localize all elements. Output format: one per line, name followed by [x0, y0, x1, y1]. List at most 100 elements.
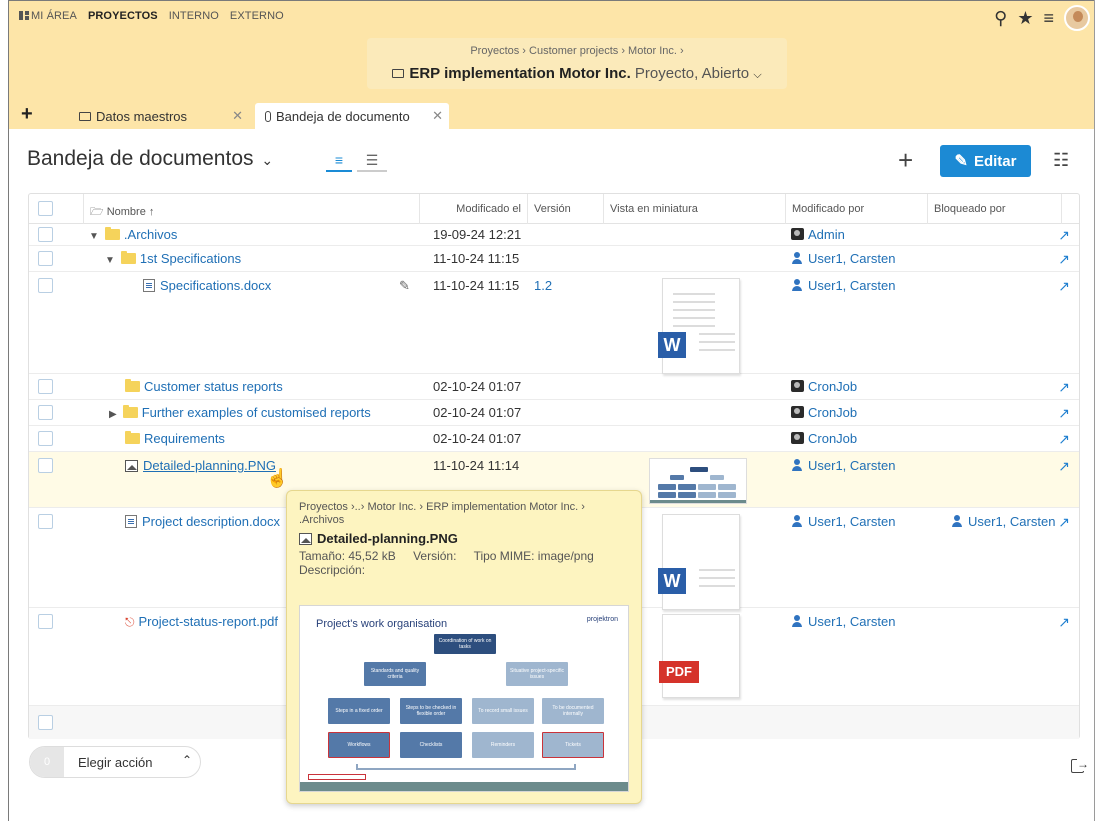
- row-checkbox[interactable]: [38, 614, 53, 629]
- edit-row-icon[interactable]: ↗: [1058, 514, 1070, 531]
- row-checkbox[interactable]: [38, 227, 53, 242]
- close-icon[interactable]: ✕: [432, 108, 443, 124]
- pencil-icon[interactable]: ✎: [399, 278, 410, 294]
- edit-row-icon[interactable]: ↗: [1058, 379, 1070, 396]
- row-checkbox[interactable]: [38, 514, 53, 529]
- row-name[interactable]: Detailed-planning.PNG: [143, 458, 276, 473]
- nav-internal[interactable]: INTERNO: [169, 10, 219, 22]
- modified-by-cell[interactable]: User1, Carsten: [791, 514, 895, 529]
- row-checkbox[interactable]: [38, 251, 53, 266]
- row-modified-by[interactable]: User1, Carsten: [808, 514, 895, 529]
- table-row[interactable]: Customer status reports 02-10-24 01:07 C…: [29, 374, 1079, 400]
- column-version[interactable]: Versión: [527, 194, 603, 224]
- row-modified-by[interactable]: Admin: [808, 227, 845, 242]
- row-name[interactable]: 1st Specifications: [140, 251, 241, 266]
- name-cell[interactable]: Project description.docx: [125, 514, 280, 529]
- name-cell[interactable]: ▼ 1st Specifications: [105, 251, 241, 266]
- add-tab-button[interactable]: +: [21, 103, 33, 126]
- modified-by-cell[interactable]: CronJob: [791, 431, 857, 446]
- add-button[interactable]: +: [898, 145, 913, 176]
- row-name[interactable]: Project description.docx: [142, 514, 280, 529]
- edit-row-icon[interactable]: ↗: [1058, 227, 1070, 244]
- edit-row-icon[interactable]: ↗: [1058, 405, 1070, 422]
- star-icon[interactable]: ★: [1017, 8, 1033, 29]
- edit-row-icon[interactable]: ↗: [1058, 278, 1070, 295]
- row-modified-by[interactable]: CronJob: [808, 405, 857, 420]
- column-modified[interactable]: Modificado el: [419, 194, 527, 224]
- select-all-checkbox[interactable]: [38, 201, 53, 216]
- row-checkbox[interactable]: [38, 405, 53, 420]
- modified-by-cell[interactable]: User1, Carsten: [791, 458, 895, 473]
- table-row[interactable]: ▼ .Archivos 19-09-24 12:21 Admin ↗: [29, 224, 1079, 246]
- word-thumbnail[interactable]: W: [658, 278, 740, 374]
- row-modified-by[interactable]: CronJob: [808, 431, 857, 446]
- column-thumbnail[interactable]: Vista en miniatura: [603, 194, 785, 224]
- name-cell[interactable]: Specifications.docx: [143, 278, 271, 293]
- nav-external[interactable]: EXTERNO: [230, 10, 284, 22]
- row-modified-by[interactable]: User1, Carsten: [808, 278, 895, 293]
- row-name[interactable]: Project-status-report.pdf: [139, 614, 278, 629]
- export-icon[interactable]: [1071, 757, 1089, 773]
- row-modified-by[interactable]: User1, Carsten: [808, 614, 895, 629]
- row-modified-by[interactable]: User1, Carsten: [808, 458, 895, 473]
- menu-icon[interactable]: ≡: [1043, 8, 1054, 29]
- project-title[interactable]: ERP implementation Motor Inc. Proyecto, …: [367, 65, 787, 82]
- column-modified-by[interactable]: Modificado por: [785, 194, 927, 224]
- table-row[interactable]: Specifications.docx ✎ 11-10-24 11:15 1.2…: [29, 272, 1079, 374]
- row-name[interactable]: Customer status reports: [144, 379, 283, 394]
- modified-by-cell[interactable]: CronJob: [791, 379, 857, 394]
- modified-by-cell[interactable]: User1, Carsten: [791, 251, 895, 266]
- expand-triangle-icon[interactable]: ▼: [105, 255, 115, 266]
- name-cell[interactable]: Customer status reports: [125, 379, 283, 394]
- name-cell[interactable]: Detailed-planning.PNG: [125, 458, 276, 473]
- nav-my-area[interactable]: MI ÁREA: [19, 10, 77, 22]
- image-thumbnail[interactable]: [649, 458, 747, 504]
- row-name[interactable]: Specifications.docx: [160, 278, 271, 293]
- name-cell[interactable]: ⎋ Project-status-report.pdf: [125, 614, 278, 630]
- row-version[interactable]: 1.2: [534, 278, 552, 293]
- row-checkbox[interactable]: [38, 379, 53, 394]
- row-checkbox[interactable]: [38, 278, 53, 293]
- name-cell[interactable]: Requirements: [125, 431, 225, 446]
- row-name[interactable]: Requirements: [144, 431, 225, 446]
- word-thumbnail[interactable]: W: [658, 514, 740, 610]
- edit-row-icon[interactable]: ↗: [1058, 251, 1070, 268]
- row-locked-by[interactable]: User1, Carsten: [968, 514, 1055, 529]
- row-checkbox[interactable]: [38, 431, 53, 446]
- settings-sliders-icon[interactable]: ☷: [1053, 150, 1069, 171]
- column-name[interactable]: 🗁 Nombre ↑: [83, 194, 419, 224]
- close-icon[interactable]: ✕: [232, 108, 243, 124]
- breadcrumb[interactable]: Proyectos › Customer projects › Motor In…: [367, 45, 787, 57]
- avatar[interactable]: [1064, 5, 1090, 31]
- list-view-toggle[interactable]: ☰: [357, 152, 387, 172]
- row-name[interactable]: .Archivos: [124, 227, 177, 242]
- row-modified-by[interactable]: User1, Carsten: [808, 251, 895, 266]
- modified-by-cell[interactable]: Admin: [791, 227, 845, 242]
- tree-view-toggle[interactable]: ≡: [326, 152, 352, 172]
- locked-by-cell[interactable]: User1, Carsten: [951, 514, 1055, 529]
- tab-master-data[interactable]: Datos maestros ✕: [69, 103, 249, 129]
- modified-by-cell[interactable]: CronJob: [791, 405, 857, 420]
- edit-button[interactable]: ✎ Editar: [940, 145, 1031, 177]
- expand-triangle-icon[interactable]: ▼: [89, 231, 99, 242]
- name-cell[interactable]: ▼ .Archivos: [89, 227, 177, 242]
- edit-row-icon[interactable]: ↗: [1058, 431, 1070, 448]
- modified-by-cell[interactable]: User1, Carsten: [791, 278, 895, 293]
- row-modified-by[interactable]: CronJob: [808, 379, 857, 394]
- pdf-thumbnail[interactable]: PDF: [659, 614, 740, 698]
- footer-checkbox[interactable]: [38, 715, 53, 730]
- table-row[interactable]: Requirements 02-10-24 01:07 CronJob ↗: [29, 426, 1079, 452]
- search-icon[interactable]: ⚲: [994, 8, 1007, 29]
- edit-row-icon[interactable]: ↗: [1058, 458, 1070, 475]
- row-checkbox[interactable]: [38, 458, 53, 473]
- table-row[interactable]: ▼ 1st Specifications 11-10-24 11:15 User1…: [29, 246, 1079, 272]
- expand-triangle-icon[interactable]: ▶: [109, 409, 117, 420]
- nav-projects[interactable]: PROYECTOS: [88, 10, 158, 22]
- edit-row-icon[interactable]: ↗: [1058, 614, 1070, 631]
- modified-by-cell[interactable]: User1, Carsten: [791, 614, 895, 629]
- tab-document-tray[interactable]: Bandeja de documento ✕: [255, 103, 449, 129]
- page-title[interactable]: Bandeja de documentos ⌄: [27, 147, 273, 171]
- column-locked-by[interactable]: Bloqueado por: [927, 194, 1061, 224]
- name-cell[interactable]: ▶ Further examples of customised reports: [109, 405, 371, 420]
- choose-action-dropdown[interactable]: 0 Elegir acción ⌃: [29, 746, 201, 778]
